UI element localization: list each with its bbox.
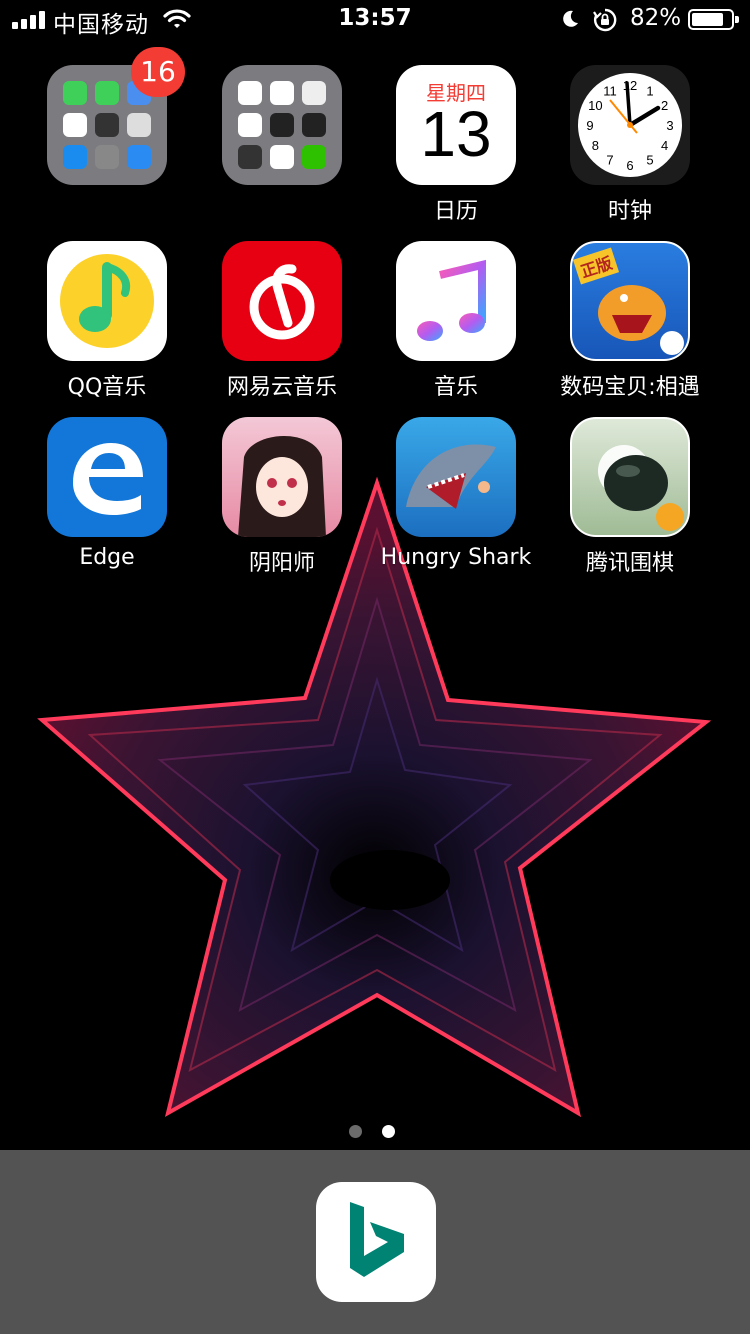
battery-percentage: 82% [630, 5, 682, 31]
app-calendar[interactable]: 星期四 13 日历 [371, 65, 541, 225]
app-qq-music[interactable]: QQ音乐 [22, 241, 192, 401]
camera-icon [127, 113, 151, 137]
clock-numeral: 12 [623, 78, 637, 93]
folder-icon [222, 65, 342, 185]
app-netease-music[interactable]: 网易云音乐 [197, 241, 367, 401]
app-label: 数码宝贝:相遇 [560, 375, 700, 400]
messages-icon [95, 81, 119, 105]
feedly-icon [270, 145, 294, 169]
clock-numeral: 1 [646, 83, 653, 98]
settings-icon [95, 145, 119, 169]
wechat-icon [302, 145, 326, 169]
calendar-day: 13 [420, 98, 492, 170]
app-store-icon [63, 145, 87, 169]
clock-numeral: 4 [661, 138, 668, 153]
chess-knight-icon [302, 81, 326, 105]
game-app-icon [270, 113, 294, 137]
clock-numeral: 10 [588, 98, 602, 113]
tencent-go-icon [570, 417, 690, 537]
app-onmyoji[interactable]: 阴阳师 [197, 417, 367, 577]
photos-icon [238, 113, 262, 137]
clock-numeral: 5 [646, 153, 653, 168]
digimon-icon: 正版 [570, 241, 690, 361]
google-icon [238, 81, 262, 105]
app-clock[interactable]: 11 10 9 8 7 6 5 4 3 2 1 12 时钟 [545, 65, 715, 225]
app-edge[interactable]: Edge [22, 417, 192, 570]
app-digimon-encounters[interactable]: 正版 数码宝贝:相遇 [545, 241, 715, 401]
clock-numeral: 6 [626, 158, 633, 173]
clock-face: 1110 9 87 6 54 3 21 12 [578, 73, 682, 177]
clock-numeral: 8 [592, 138, 599, 153]
clock-icon: 11 10 9 8 7 6 5 4 3 2 1 12 [570, 65, 690, 185]
safari-icon [127, 145, 151, 169]
rotation-lock-icon [593, 8, 617, 32]
app-label: 腾讯围棋 [585, 551, 674, 576]
onmyoji-icon [222, 417, 342, 537]
do-not-disturb-moon-icon [563, 10, 578, 27]
app-label: 日历 [433, 199, 478, 224]
hungry-shark-icon [396, 417, 516, 537]
audio-app-icon [238, 145, 262, 169]
netease-music-icon [222, 241, 342, 361]
clock-numeral: 7 [606, 153, 613, 168]
app-label: QQ音乐 [67, 375, 147, 400]
app-hungry-shark[interactable]: Hungry Shark [371, 417, 541, 570]
dock [0, 1150, 750, 1334]
clock-numeral: 11 [603, 83, 617, 98]
clock-numeral: 3 [666, 118, 673, 133]
wallet-icon [302, 113, 326, 137]
phone-icon [63, 81, 87, 105]
calendar-icon: 星期四 13 [396, 65, 516, 185]
page-dot-1[interactable] [349, 1125, 362, 1138]
app-bing[interactable] [316, 1182, 436, 1302]
clock-numeral: 2 [661, 98, 668, 113]
app-tencent-go[interactable]: 腾讯围棋 [545, 417, 715, 577]
app-label: 时钟 [607, 199, 652, 224]
qq-music-icon [47, 241, 167, 361]
app-label: 音乐 [433, 375, 478, 400]
app-label: Edge [79, 545, 135, 570]
bing-icon [350, 1202, 404, 1277]
battery-icon [688, 9, 739, 30]
app-label: 阴阳师 [248, 551, 315, 576]
app-label: 网易云音乐 [226, 375, 337, 400]
bolt-app-icon [270, 81, 294, 105]
edge-icon [47, 417, 167, 537]
notification-badge: 16 [131, 47, 185, 97]
calculator-icon [95, 113, 119, 137]
app-music[interactable]: 音乐 [371, 241, 541, 401]
app-folder-tools[interactable] [197, 65, 367, 193]
clock-numeral: 9 [586, 118, 593, 133]
music-note-icon [396, 241, 516, 361]
page-dot-2[interactable] [382, 1125, 395, 1138]
health-icon [63, 113, 87, 137]
status-bar: 中国移动 13:57 82% [0, 0, 750, 40]
app-label: Hungry Shark [380, 545, 532, 570]
